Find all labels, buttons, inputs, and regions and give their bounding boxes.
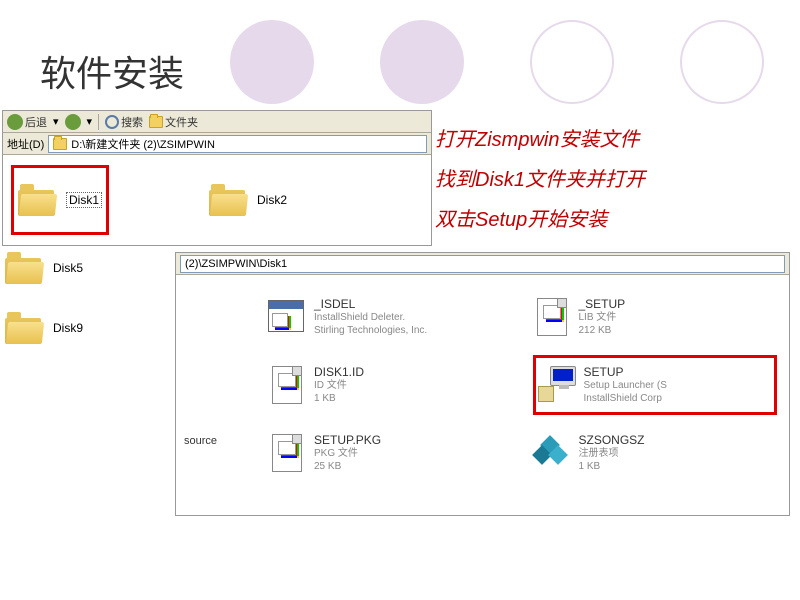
search-icon bbox=[105, 115, 119, 129]
folder-icon bbox=[5, 312, 45, 344]
file-setup[interactable]: SETUP Setup Launcher (S InstallShield Co… bbox=[533, 355, 778, 415]
file-szsongsz[interactable]: SZSONGSZ 注册表项 1 KB bbox=[533, 423, 778, 483]
source-label: source bbox=[184, 435, 217, 447]
back-label: 后退 bbox=[25, 114, 47, 130]
folder-disk1[interactable]: Disk1 bbox=[11, 165, 109, 235]
instruction-line-2: 找到Disk1文件夹并打开 bbox=[435, 160, 645, 200]
file-text: DISK1.ID ID 文件 1 KB bbox=[314, 365, 364, 405]
file-text: SETUP Setup Launcher (S InstallShield Co… bbox=[584, 365, 667, 405]
folder-label: Disk1 bbox=[66, 192, 102, 208]
document-icon bbox=[533, 296, 571, 338]
document-icon bbox=[268, 364, 306, 406]
address-path-2: (2)\ZSIMPWIN\Disk1 bbox=[185, 258, 287, 270]
circle-4 bbox=[680, 20, 764, 104]
setup-icon bbox=[538, 364, 576, 406]
address-input-2[interactable]: (2)\ZSIMPWIN\Disk1 bbox=[180, 255, 785, 273]
left-panel: source bbox=[184, 283, 264, 507]
instruction-line-1: 打开Zismpwin安装文件 bbox=[435, 120, 645, 160]
folder-disk2[interactable]: Disk2 bbox=[209, 165, 287, 235]
folder-icon bbox=[5, 252, 45, 284]
folder-pane: Disk1 Disk2 bbox=[3, 155, 431, 245]
window-icon bbox=[268, 296, 306, 338]
address-input[interactable]: D:\新建文件夹 (2)\ZSIMPWIN bbox=[48, 135, 427, 153]
dropdown-icon[interactable]: ▾ bbox=[53, 115, 59, 128]
folder-label: Disk9 bbox=[53, 321, 83, 335]
left-folder-column: Disk5 Disk9 bbox=[5, 252, 83, 344]
forward-icon[interactable] bbox=[65, 114, 81, 130]
separator bbox=[98, 114, 99, 130]
file-text: _SETUP LIB 文件 212 KB bbox=[579, 297, 626, 337]
folder-icon bbox=[209, 184, 249, 216]
registry-icon bbox=[533, 432, 571, 474]
file-text: SZSONGSZ 注册表项 1 KB bbox=[579, 433, 645, 473]
address-bar: 地址(D) D:\新建文件夹 (2)\ZSIMPWIN bbox=[3, 133, 431, 155]
file-text: _ISDEL InstallShield Deleter. Stirling T… bbox=[314, 297, 427, 337]
search-button[interactable]: 搜索 bbox=[105, 114, 143, 130]
file-disk1id[interactable]: DISK1.ID ID 文件 1 KB bbox=[268, 355, 513, 415]
explorer-window-2: (2)\ZSIMPWIN\Disk1 source _ISDEL Install… bbox=[175, 252, 790, 516]
file-setup-lib[interactable]: _SETUP LIB 文件 212 KB bbox=[533, 287, 778, 347]
folder-disk9[interactable]: Disk9 bbox=[5, 312, 83, 344]
circle-1 bbox=[230, 20, 314, 104]
folder-icon bbox=[149, 116, 163, 128]
toolbar: 后退 ▾ ▾ 搜索 文件夹 bbox=[3, 111, 431, 133]
circle-2 bbox=[380, 20, 464, 104]
folder-label: Disk5 bbox=[53, 261, 83, 275]
instruction-text: 打开Zismpwin安装文件 找到Disk1文件夹并打开 双击Setup开始安装 bbox=[435, 120, 645, 240]
explorer-window-1: 后退 ▾ ▾ 搜索 文件夹 地址(D) D:\新建文件夹 (2)\ZSIMPWI… bbox=[2, 110, 432, 246]
back-icon bbox=[7, 114, 23, 130]
slide-title: 软件安装 bbox=[40, 45, 184, 97]
circle-3 bbox=[530, 20, 614, 104]
folders-label: 文件夹 bbox=[165, 114, 198, 130]
file-setuppkg[interactable]: SETUP.PKG PKG 文件 25 KB bbox=[268, 423, 513, 483]
folders-button[interactable]: 文件夹 bbox=[149, 114, 198, 130]
address-label: 地址(D) bbox=[7, 136, 44, 152]
folder-icon bbox=[18, 184, 58, 216]
address-bar-2: (2)\ZSIMPWIN\Disk1 bbox=[176, 253, 789, 275]
dropdown-icon[interactable]: ▾ bbox=[87, 115, 93, 128]
file-text: SETUP.PKG PKG 文件 25 KB bbox=[314, 433, 381, 473]
address-path: D:\新建文件夹 (2)\ZSIMPWIN bbox=[71, 136, 215, 152]
file-isdel[interactable]: _ISDEL InstallShield Deleter. Stirling T… bbox=[268, 287, 513, 347]
folder-disk5[interactable]: Disk5 bbox=[5, 252, 83, 284]
document-icon bbox=[268, 432, 306, 474]
back-button[interactable]: 后退 bbox=[7, 114, 47, 130]
file-grid: _ISDEL InstallShield Deleter. Stirling T… bbox=[264, 283, 781, 507]
search-label: 搜索 bbox=[121, 114, 143, 130]
folder-icon bbox=[53, 138, 67, 150]
instruction-line-3: 双击Setup开始安装 bbox=[435, 200, 645, 240]
folder-label: Disk2 bbox=[257, 193, 287, 207]
file-pane: source _ISDEL InstallShield Deleter. Sti… bbox=[176, 275, 789, 515]
